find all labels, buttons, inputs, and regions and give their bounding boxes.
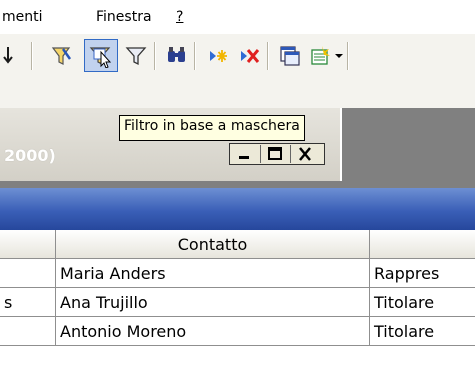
table-cell[interactable] (0, 317, 56, 346)
tooltip: Filtro in base a maschera (119, 115, 305, 141)
filter-by-selection-button[interactable] (47, 41, 75, 69)
close-button[interactable] (291, 145, 321, 163)
menu-item-finestra[interactable]: Finestra (96, 9, 152, 25)
sort-descending-button[interactable] (0, 41, 22, 69)
toolbar (0, 34, 475, 76)
toolbar-separator (154, 42, 155, 70)
mdi-background (0, 181, 342, 188)
maximize-icon (268, 147, 282, 160)
mdi-background (342, 108, 475, 188)
child-window-title: 2000) (4, 146, 56, 165)
column-header-contatto[interactable]: Contatto (56, 230, 370, 259)
table-cell[interactable]: Rappres (370, 259, 475, 288)
menu-item-strumenti[interactable]: menti (2, 9, 43, 25)
new-object-button[interactable] (305, 41, 333, 69)
new-object-icon (311, 46, 330, 65)
menu-bar: menti Finestra ? (0, 0, 475, 34)
apply-filter-button[interactable] (121, 41, 149, 69)
table-cell[interactable]: Titolare (370, 317, 475, 346)
datasheet-grid: Contatto Maria Anders Rappres s Ana Truj… (0, 230, 475, 372)
find-icon (168, 47, 185, 62)
new-record-button[interactable] (203, 41, 231, 69)
table-row: Antonio Moreno Titolare (0, 317, 475, 346)
new-record-icon (210, 50, 227, 62)
new-object-dropdown-button[interactable] (330, 41, 344, 69)
database-window-icon (280, 46, 300, 66)
filter-by-selection-icon (51, 47, 72, 65)
column-header[interactable] (370, 230, 475, 259)
database-window-button[interactable] (275, 41, 303, 69)
form-header-band (0, 188, 475, 230)
toolbar-separator (31, 42, 32, 70)
table-cell[interactable]: s (0, 288, 56, 317)
apply-filter-icon (125, 47, 147, 66)
close-icon (299, 147, 311, 161)
toolbar-separator (267, 42, 268, 70)
menu-item-help[interactable]: ? (176, 9, 183, 25)
maximize-button[interactable] (261, 145, 291, 163)
table-cell[interactable] (0, 259, 56, 288)
find-button[interactable] (162, 41, 190, 69)
minimize-button[interactable] (231, 145, 261, 163)
toolbar-separator (347, 42, 348, 70)
dropdown-arrow-icon (335, 54, 343, 58)
toolbar-separator (194, 42, 195, 70)
child-window-controls (229, 143, 325, 165)
table-row: s Ana Trujillo Titolare (0, 288, 475, 317)
table-row: Maria Anders Rappres (0, 259, 475, 288)
table-cell[interactable]: Maria Anders (56, 259, 370, 288)
table-cell[interactable]: Titolare (370, 288, 475, 317)
filter-by-form-icon (89, 47, 112, 68)
delete-record-button[interactable] (234, 41, 262, 69)
column-header[interactable] (0, 230, 56, 259)
table-cell[interactable]: Ana Trujillo (56, 288, 370, 317)
minimize-icon (239, 156, 249, 159)
toolbar-bottom-area (0, 76, 475, 108)
filter-by-form-button[interactable] (84, 39, 118, 72)
table-cell[interactable]: Antonio Moreno (56, 317, 370, 346)
delete-record-icon (241, 49, 260, 63)
sort-descending-icon (3, 47, 13, 64)
